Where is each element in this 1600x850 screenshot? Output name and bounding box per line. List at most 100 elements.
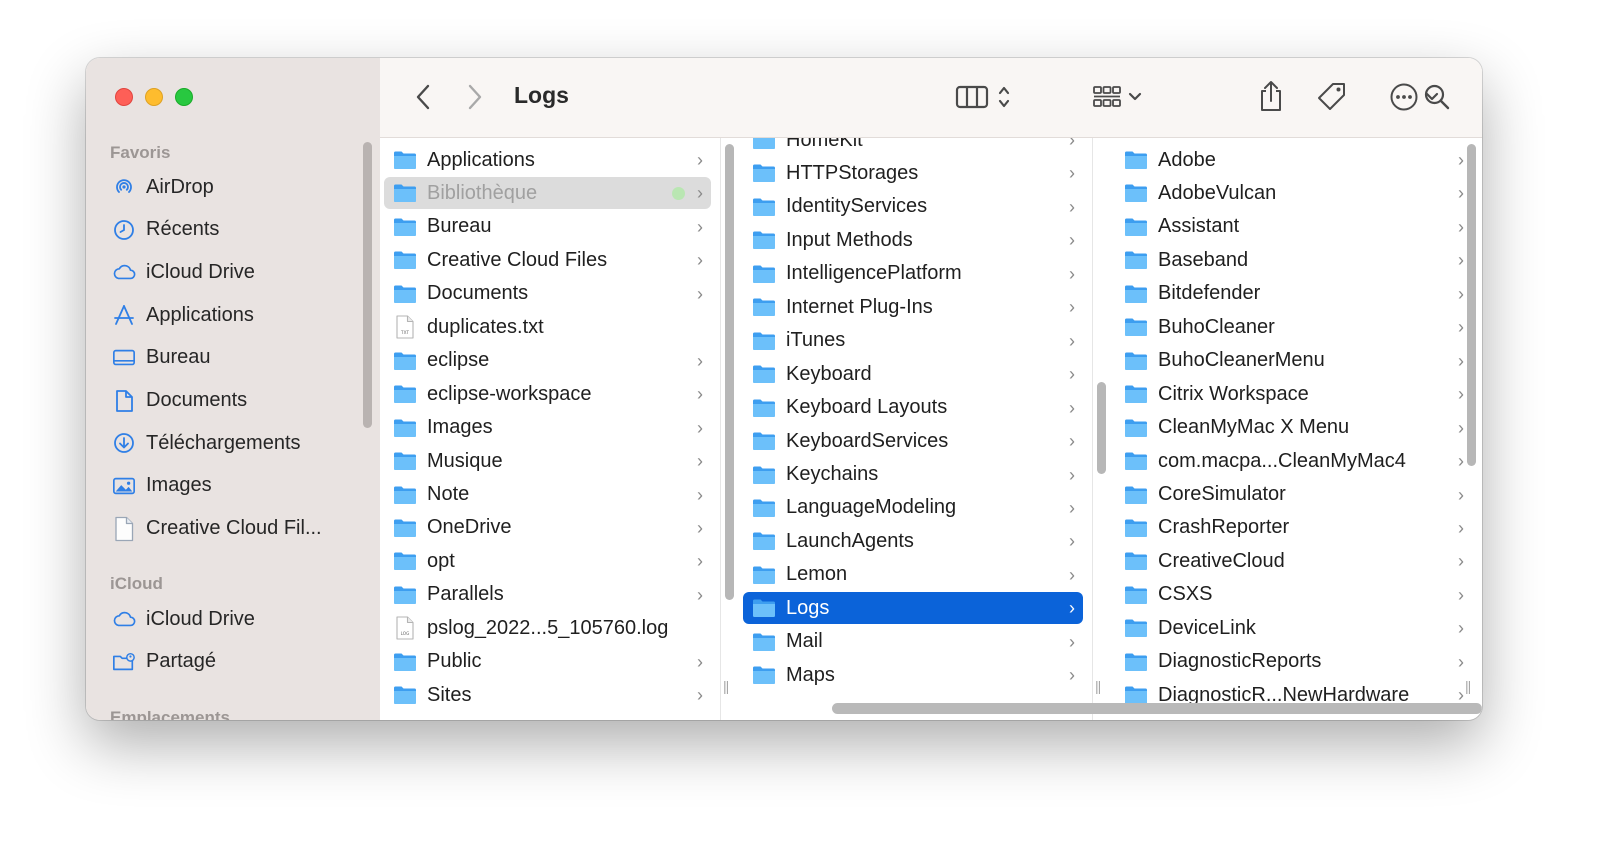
file-row[interactable]: LOG pslog_2022...5_105760.log <box>384 612 711 644</box>
folder-row[interactable]: LaunchAgents › <box>743 525 1083 557</box>
folder-icon <box>753 599 775 618</box>
folder-row[interactable]: BuhoCleaner › <box>1115 311 1472 343</box>
folder-row[interactable]: Bitdefender › <box>1115 278 1472 310</box>
folder-row[interactable]: OneDrive › <box>384 512 711 544</box>
folder-icon <box>753 298 775 317</box>
folder-icon <box>394 251 416 270</box>
column-divider[interactable]: || <box>721 138 738 720</box>
chevron-right-icon: › <box>697 250 703 271</box>
folder-row[interactable]: DiagnosticReports › <box>1115 646 1472 678</box>
folder-row[interactable]: KeyboardServices › <box>743 425 1083 457</box>
horizontal-scrollbar[interactable] <box>832 703 1482 714</box>
folder-row[interactable]: AdobeVulcan › <box>1115 177 1472 209</box>
chevron-right-icon: › <box>1069 364 1075 385</box>
sidebar-scrollbar[interactable] <box>363 142 372 428</box>
folder-row[interactable]: Images › <box>384 412 711 444</box>
column-scrollbar[interactable] <box>1467 144 1476 466</box>
folder-row[interactable]: Bureau › <box>384 211 711 243</box>
folder-row[interactable]: CSXS › <box>1115 579 1472 611</box>
column-scrollbar[interactable] <box>725 144 734 600</box>
sidebar-item-partag[interactable]: Partagé <box>112 645 216 679</box>
column-resize-handle[interactable]: || <box>723 678 729 694</box>
sidebar-item-bureau[interactable]: Bureau <box>112 341 211 375</box>
folder-row[interactable]: BuhoCleanerMenu › <box>1115 345 1472 377</box>
back-button[interactable] <box>410 82 436 112</box>
item-name: Parallels <box>427 583 504 606</box>
folder-row[interactable]: Logs › <box>743 592 1083 625</box>
folder-row[interactable]: LanguageModeling › <box>743 492 1083 524</box>
minimize-window-button[interactable] <box>145 88 163 106</box>
column-resize-handle[interactable]: || <box>1095 678 1101 694</box>
share-button[interactable] <box>1256 78 1286 114</box>
folder-row[interactable]: opt › <box>384 545 711 577</box>
folder-row[interactable]: CoreSimulator › <box>1115 479 1472 511</box>
close-window-button[interactable] <box>115 88 133 106</box>
folder-row[interactable]: Mail › <box>743 626 1083 658</box>
file-row[interactable]: TXT duplicates.txt <box>384 311 711 343</box>
sidebar-item-documents[interactable]: Documents <box>112 384 247 418</box>
sidebar-item-r-cents[interactable]: Récents <box>112 213 219 247</box>
sidebar-item-creative-cloud-fil[interactable]: Creative Cloud Fil... <box>112 512 322 546</box>
folder-row[interactable]: IntelligencePlatform › <box>743 258 1083 290</box>
sidebar-item-images[interactable]: Images <box>112 469 212 503</box>
folder-row[interactable]: IdentityServices › <box>743 191 1083 223</box>
folder-row[interactable]: Note › <box>384 479 711 511</box>
folder-row[interactable]: Lemon › <box>743 559 1083 591</box>
chevron-down-icon <box>1128 92 1142 101</box>
chevron-right-icon: › <box>697 685 703 706</box>
folder-row[interactable]: Applications › <box>384 144 711 176</box>
folder-row[interactable]: Creative Cloud Files › <box>384 244 711 276</box>
folder-row[interactable]: CrashReporter › <box>1115 512 1472 544</box>
folder-row[interactable]: iTunes › <box>743 325 1083 357</box>
folder-row[interactable]: Parallels › <box>384 579 711 611</box>
folder-row[interactable]: eclipse-workspace › <box>384 378 711 410</box>
folder-row[interactable]: Maps › <box>743 659 1083 691</box>
item-name: BuhoCleanerMenu <box>1158 349 1325 372</box>
svg-text:TXT: TXT <box>400 330 409 335</box>
column-divider[interactable]: || <box>1093 138 1110 720</box>
folder-row[interactable]: Public › <box>384 646 711 678</box>
folder-row[interactable]: Citrix Workspace › <box>1115 378 1472 410</box>
chevron-right-icon: › <box>1069 598 1075 619</box>
chevron-updown-icon <box>998 86 1010 108</box>
column-scrollbar[interactable] <box>1097 382 1106 474</box>
folder-icon <box>1125 318 1147 337</box>
column-resize-handle[interactable]: || <box>1465 678 1471 694</box>
group-button[interactable] <box>1086 80 1148 114</box>
folder-row[interactable]: Keyboard Layouts › <box>743 392 1083 424</box>
sidebar-item-applications[interactable]: Applications <box>112 298 254 332</box>
folder-row[interactable]: Input Methods › <box>743 224 1083 256</box>
folder-row[interactable]: Adobe › <box>1115 144 1472 176</box>
column-divider[interactable]: || <box>1461 138 1482 720</box>
folder-row[interactable]: HTTPStorages › <box>743 157 1083 189</box>
folder-row[interactable]: Baseband › <box>1115 244 1472 276</box>
search-button[interactable] <box>1420 80 1454 114</box>
folder-row[interactable]: Musique › <box>384 445 711 477</box>
folder-row[interactable]: Bibliothèque › <box>384 177 711 210</box>
folder-row[interactable]: Internet Plug-Ins › <box>743 291 1083 323</box>
view-mode-button[interactable] <box>948 80 1018 114</box>
folder-row[interactable]: Keyboard › <box>743 358 1083 390</box>
item-name: Keyboard Layouts <box>786 396 948 419</box>
forward-icon <box>468 84 482 110</box>
folder-row[interactable]: eclipse › <box>384 345 711 377</box>
folder-row[interactable]: Sites › <box>384 679 711 711</box>
sidebar-item-airdrop[interactable]: AirDrop <box>112 170 214 204</box>
item-name: Input Methods <box>786 228 913 251</box>
sidebar-item-icloud-drive[interactable]: iCloud Drive <box>112 602 255 636</box>
folder-row[interactable]: com.macpa...CleanMyMac4 › <box>1115 445 1472 477</box>
green-tag-icon <box>672 187 685 201</box>
folder-row[interactable]: CreativeCloud › <box>1115 545 1472 577</box>
folder-row[interactable]: Documents › <box>384 278 711 310</box>
sidebar-item-t-l-chargements[interactable]: Téléchargements <box>112 426 301 460</box>
sidebar-item-label: Bureau <box>146 346 211 369</box>
sidebar-item-icloud-drive[interactable]: iCloud Drive <box>112 255 255 289</box>
folder-row[interactable]: Keychains › <box>743 459 1083 491</box>
tag-button[interactable] <box>1314 80 1350 114</box>
folder-row[interactable]: CleanMyMac X Menu › <box>1115 412 1472 444</box>
zoom-window-button[interactable] <box>175 88 193 106</box>
folder-row[interactable]: HomeKit › <box>743 138 1083 156</box>
folder-row[interactable]: Assistant › <box>1115 211 1472 243</box>
forward-button[interactable] <box>462 82 488 112</box>
folder-row[interactable]: DeviceLink › <box>1115 612 1472 644</box>
